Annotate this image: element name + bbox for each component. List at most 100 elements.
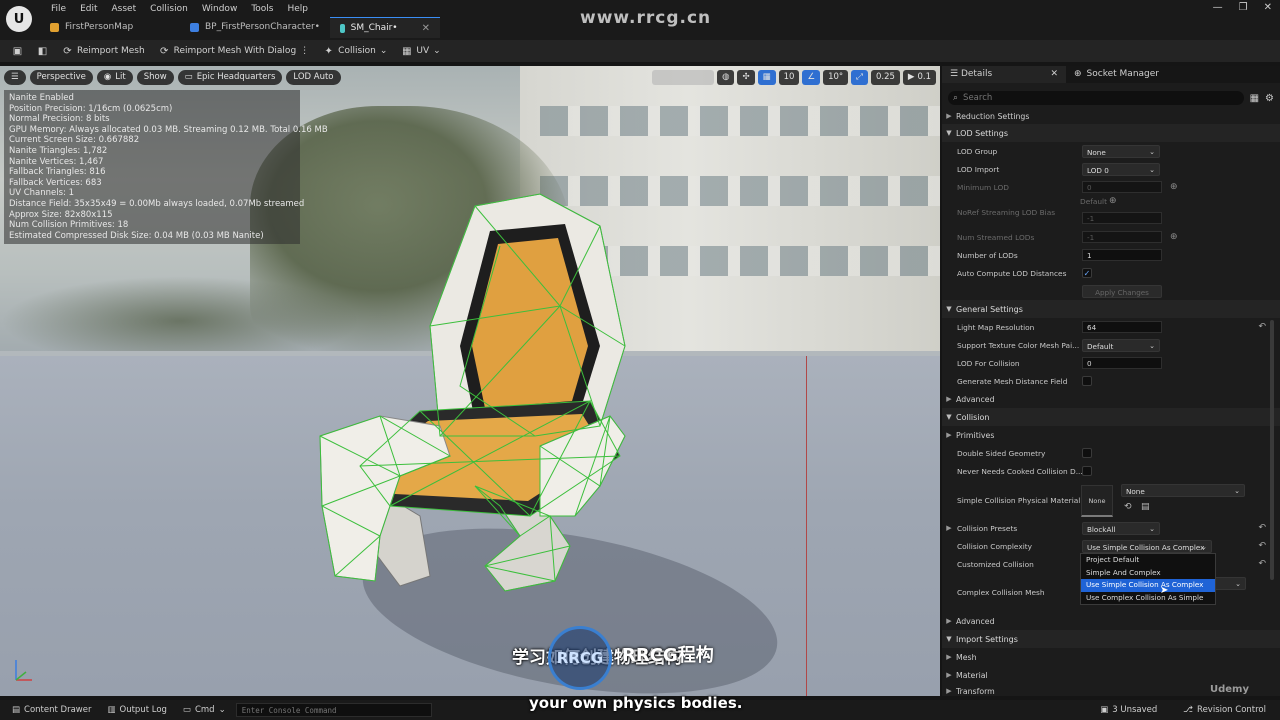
chevron-down-icon: ▼ <box>946 413 952 421</box>
support-texture-combo[interactable]: Default ⌄ <box>1082 338 1160 352</box>
lod-group-combo[interactable]: None ⌄ <box>1082 144 1160 158</box>
reset-icon[interactable]: ↶ <box>1258 559 1266 569</box>
chevron-right-icon[interactable]: ▶ <box>942 524 956 532</box>
lod-import-combo[interactable]: LOD 0 ⌄ <box>1082 162 1160 176</box>
option-simple-and-complex[interactable]: Simple And Complex <box>1081 567 1215 580</box>
perspective-button[interactable]: Perspective <box>29 70 93 85</box>
surface-snap-toggle[interactable]: ✣ <box>737 70 755 85</box>
reset-icon[interactable]: ↶ <box>1258 523 1266 533</box>
reimport-mesh-button[interactable]: ⟳ Reimport Mesh <box>58 42 149 60</box>
section-lod-settings[interactable]: ▼ LOD Settings <box>942 124 1280 142</box>
scale-snap-toggle[interactable]: ⤢ <box>851 70 868 85</box>
collision-presets-combo[interactable]: BlockAll ⌄ <box>1082 521 1160 535</box>
settings-icon[interactable]: ⚙ <box>1265 93 1274 104</box>
double-sided-checkbox[interactable] <box>1082 448 1092 458</box>
rrcg-wordmark: RRCG程构 <box>622 645 714 666</box>
unreal-logo-icon[interactable]: U <box>6 6 32 32</box>
tab-bp-firstpersoncharacter[interactable]: BP_FirstPersonCharacter• <box>180 17 330 38</box>
option-project-default[interactable]: Project Default <box>1081 554 1215 567</box>
uv-dropdown[interactable]: ▦ UV ⌄ <box>397 42 444 60</box>
output-log-button[interactable]: ▥ Output Log <box>101 702 172 718</box>
menu-edit[interactable]: Edit <box>73 2 104 16</box>
phys-material-combo[interactable]: None ⌄ <box>1121 484 1245 497</box>
world-local-toggle[interactable]: ◍ <box>717 70 735 85</box>
section-collision[interactable]: ▼ Collision <box>942 408 1280 426</box>
section-mesh[interactable]: ▶ Mesh <box>942 648 1280 666</box>
add-icon[interactable]: ⊕ <box>1170 232 1178 242</box>
close-window-icon[interactable]: ✕ <box>1264 2 1272 13</box>
option-use-complex-as-simple[interactable]: Use Complex Collision As Simple <box>1081 592 1215 605</box>
camera-speed-button[interactable]: ▶ 0.1 <box>902 70 936 85</box>
lod-collision-input[interactable]: 0 <box>1082 357 1162 369</box>
viewport-options-button[interactable]: ☰ <box>4 70 26 85</box>
noref-input[interactable]: -1 <box>1082 212 1162 224</box>
never-cooked-checkbox[interactable] <box>1082 466 1092 476</box>
chair-mesh[interactable] <box>300 186 640 606</box>
use-selected-icon[interactable]: ⟲ <box>1124 502 1132 512</box>
unsaved-button[interactable]: ▣ 3 Unsaved <box>1094 702 1163 718</box>
section-general-settings[interactable]: ▼ General Settings <box>942 300 1280 318</box>
scalability-button[interactable]: ▭ Epic Headquarters <box>177 70 283 85</box>
add-icon[interactable]: ⊕ <box>1170 182 1178 192</box>
section-material[interactable]: ▶ Material <box>942 666 1280 684</box>
generate-df-checkbox[interactable] <box>1082 376 1092 386</box>
section-primitives[interactable]: ▶ Primitives <box>942 426 1280 444</box>
revision-control-button[interactable]: ⎇ Revision Control <box>1177 702 1272 718</box>
tab-firstpersonmap[interactable]: FirstPersonMap <box>40 17 180 38</box>
rotation-snap-toggle[interactable]: ∠ <box>802 70 821 85</box>
reimport-mesh-dialog-button[interactable]: ⟳ Reimport Mesh With Dialog ⋮ <box>155 42 313 60</box>
save-button[interactable]: ▣ <box>8 42 27 60</box>
num-streamed-input[interactable]: -1 <box>1082 231 1162 243</box>
browse-button[interactable]: ◧ <box>33 42 52 60</box>
close-icon[interactable]: ✕ <box>1050 66 1058 83</box>
menu-tools[interactable]: Tools <box>244 2 280 16</box>
section-import-settings[interactable]: ▼ Import Settings <box>942 630 1280 648</box>
tab-socket-manager[interactable]: ⊕ Socket Manager <box>1066 66 1167 83</box>
menu-help[interactable]: Help <box>280 2 315 16</box>
content-drawer-button[interactable]: ▤ Content Drawer <box>6 702 97 718</box>
rotation-snap-value[interactable]: 10° <box>823 70 849 85</box>
details-scrollbar[interactable] <box>1270 320 1274 580</box>
apply-changes-button[interactable]: Apply Changes <box>1082 284 1162 298</box>
minimum-lod-input[interactable]: 0 <box>1082 181 1162 193</box>
console-command-input[interactable] <box>235 703 432 717</box>
prop-label: NoRef Streaming LOD Bias <box>957 207 1056 217</box>
auto-compute-checkbox[interactable]: ✓ <box>1082 268 1092 278</box>
reset-icon[interactable]: ↶ <box>1258 541 1266 551</box>
show-button[interactable]: Show <box>136 70 174 85</box>
tab-details[interactable]: ☰ Details ✕ <box>942 66 1066 83</box>
menu-asset[interactable]: Asset <box>105 2 144 16</box>
minimize-icon[interactable]: — <box>1213 2 1223 13</box>
browse-asset-icon[interactable]: ▤ <box>1141 502 1150 512</box>
mesh-viewport[interactable]: ☰ Perspective ◉ Lit Show ▭ Epic Headquarte… <box>0 66 940 696</box>
maximize-icon[interactable]: ❐ <box>1239 2 1248 13</box>
close-icon[interactable]: ✕ <box>422 18 430 39</box>
menu-collision[interactable]: Collision <box>143 2 195 16</box>
num-lods-input[interactable]: 1 <box>1082 249 1162 261</box>
section-reduction-settings[interactable]: ▶ Reduction Settings <box>942 107 1280 125</box>
search-input[interactable] <box>963 93 1234 103</box>
collision-complexity-combo[interactable]: Use Simple Collision As Complex ⌄ <box>1082 539 1212 553</box>
material-thumbnail[interactable]: None <box>1081 485 1113 517</box>
menu-window[interactable]: Window <box>195 2 245 16</box>
lod-button[interactable]: LOD Auto <box>286 70 341 85</box>
option-use-simple-as-complex[interactable]: Use Simple Collision As Complex <box>1081 579 1215 592</box>
tab-sm-chair[interactable]: SM_Chair• ✕ <box>330 17 440 38</box>
reset-icon[interactable]: ↶ <box>1258 322 1266 332</box>
prop-never-needs-cooked: Never Needs Cooked Collision D... <box>942 462 1280 480</box>
search-box[interactable]: ⌕ <box>948 91 1244 105</box>
menu-file[interactable]: File <box>44 2 73 16</box>
scale-snap-value[interactable]: 0.25 <box>870 70 900 85</box>
collision-icon: ✦ <box>324 45 333 57</box>
section-advanced-collision[interactable]: ▶ Advanced <box>942 612 1280 630</box>
lit-button[interactable]: ◉ Lit <box>96 70 133 85</box>
more-icon[interactable]: ⋮ <box>300 46 309 56</box>
grid-snap-toggle[interactable]: ▦ <box>757 70 776 85</box>
collision-dropdown[interactable]: ✦ Collision ⌄ <box>319 42 391 60</box>
cmd-dropdown[interactable]: ▭ Cmd ⌄ <box>177 702 232 718</box>
grid-snap-value[interactable]: 10 <box>778 70 800 85</box>
section-advanced[interactable]: ▶ Advanced <box>942 390 1280 408</box>
transform-mode-group[interactable] <box>652 70 715 85</box>
light-map-input[interactable]: 64 <box>1082 321 1162 333</box>
grid-view-icon[interactable]: ▦ <box>1250 93 1259 104</box>
